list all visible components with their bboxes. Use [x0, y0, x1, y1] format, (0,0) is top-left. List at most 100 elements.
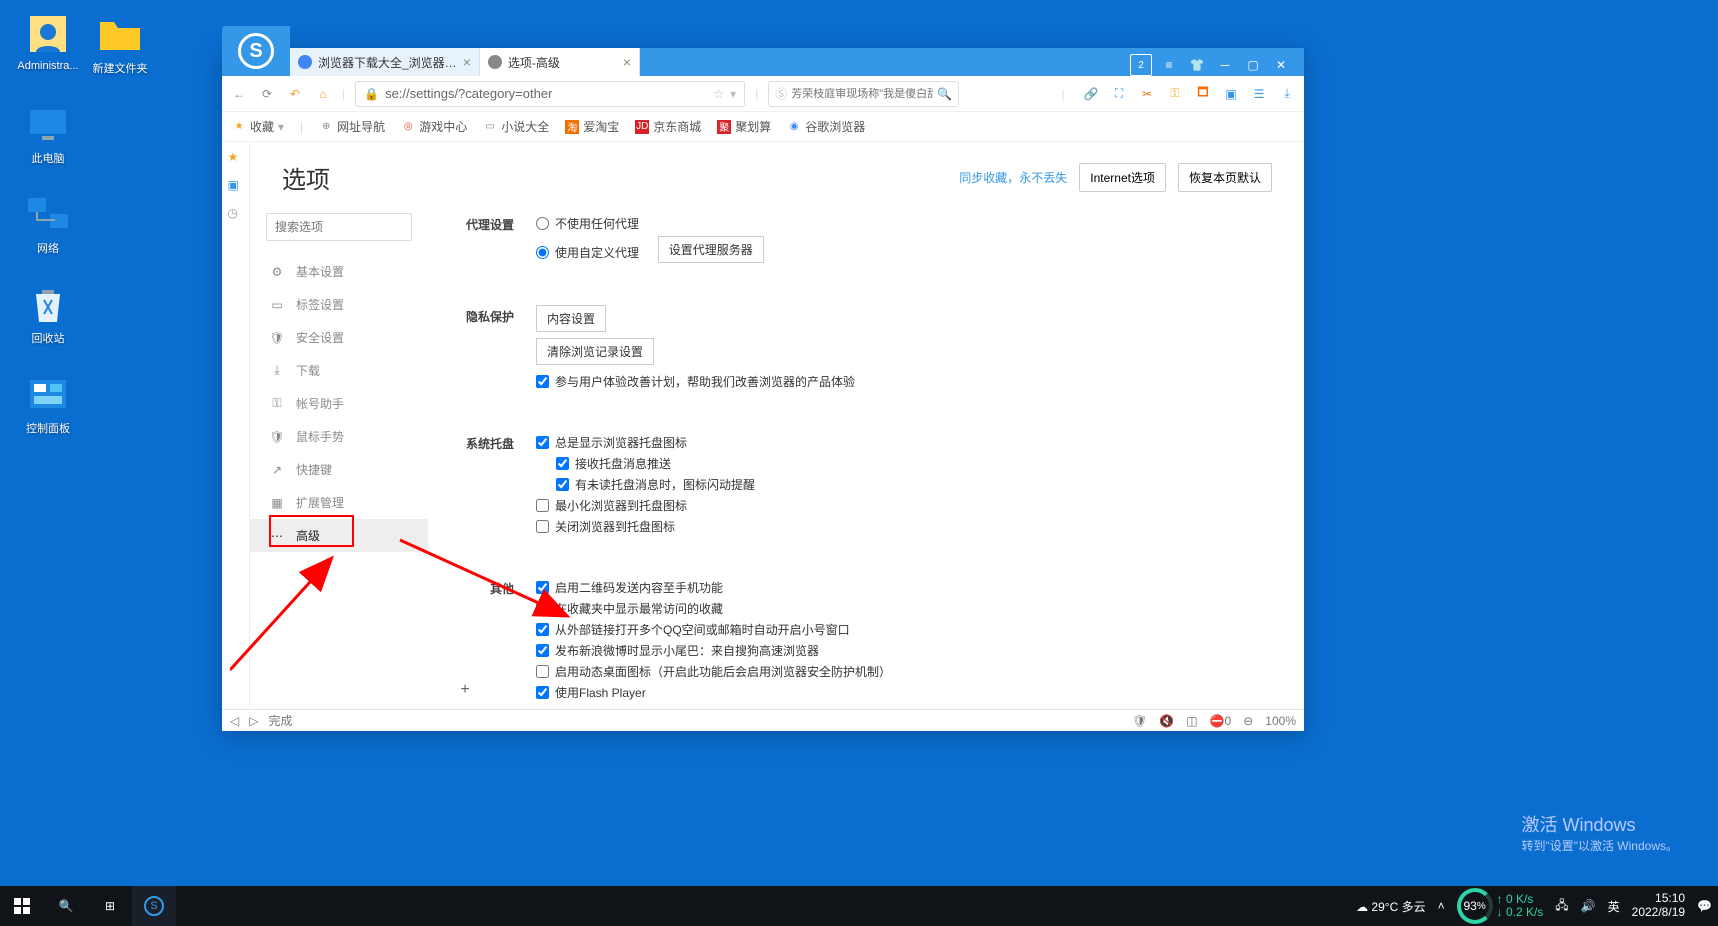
close-window-icon[interactable]: ✕: [1270, 54, 1292, 76]
skin-icon[interactable]: 👕: [1186, 54, 1208, 76]
tab-options[interactable]: 选项-高级 ×: [480, 48, 640, 76]
settings-search[interactable]: [266, 213, 412, 241]
desktop-icon-recycle[interactable]: 回收站: [12, 280, 84, 346]
home-icon[interactable]: ⌂: [314, 85, 332, 103]
start-button[interactable]: [0, 886, 44, 926]
ime-icon[interactable]: 英: [1608, 898, 1620, 915]
bookmark-game[interactable]: ◎游戏中心: [401, 118, 467, 135]
search-icon[interactable]: 🔍: [937, 87, 952, 101]
dropdown-icon[interactable]: ▾: [730, 87, 736, 101]
nav-gestures[interactable]: 🛡鼠标手势: [250, 420, 428, 453]
key-icon[interactable]: ⚿: [1166, 85, 1184, 103]
window-icon[interactable]: ▣: [1222, 85, 1240, 103]
close-icon[interactable]: ×: [463, 54, 471, 70]
notes-icon[interactable]: ☰: [1250, 85, 1268, 103]
nav-account[interactable]: ⚿帐号助手: [250, 387, 428, 420]
rail-star-icon[interactable]: ★: [228, 150, 244, 166]
desktop-icon-admin[interactable]: Administra...: [12, 10, 84, 72]
bookmark-novel[interactable]: ▭小说大全: [483, 118, 549, 135]
nav-next-icon[interactable]: ▷: [249, 714, 258, 728]
app-logo[interactable]: S: [222, 26, 290, 76]
chk-ux-program[interactable]: 参与用户体验改善计划，帮助我们改善浏览器的产品体验: [536, 371, 1304, 392]
chk-qq-window[interactable]: 从外部链接打开多个QQ空间或邮箱时自动开启小号窗口: [536, 619, 1304, 640]
proxy-settings-button[interactable]: 设置代理服务器: [658, 236, 764, 263]
shield-status-icon[interactable]: 🛡: [1132, 714, 1147, 728]
rail-clock-icon[interactable]: ◷: [228, 206, 244, 222]
mute-icon[interactable]: 🔇: [1159, 714, 1174, 728]
desktop-icon-pc[interactable]: 此电脑: [12, 100, 84, 166]
share-icon[interactable]: 🔗: [1082, 85, 1100, 103]
chk-flash[interactable]: 使用Flash Player: [536, 682, 1304, 703]
nav-security[interactable]: 🛡安全设置: [250, 321, 428, 354]
chk-dynamic-icon[interactable]: 启用动态桌面图标（开启此功能后会启用浏览器安全防护机制）: [536, 661, 1304, 682]
scissors-icon[interactable]: ✂: [1138, 85, 1156, 103]
maximize-icon[interactable]: ▢: [1242, 54, 1264, 76]
translate-icon[interactable]: 🗖: [1194, 85, 1212, 103]
search-input[interactable]: [791, 88, 933, 100]
sync-link[interactable]: 同步收藏，永不丢失: [959, 169, 1067, 186]
download-icon[interactable]: ⤓: [1278, 85, 1296, 103]
battery-widget[interactable]: 93% ↑ 0 K/s↓ 0.2 K/s: [1457, 888, 1544, 924]
network-icon[interactable]: 🖧: [1555, 896, 1568, 917]
chk-weibo-tail[interactable]: 发布新浪微博时显示小尾巴：来自搜狗高速浏览器: [536, 640, 1304, 661]
volume-icon[interactable]: 🔊: [1581, 899, 1596, 913]
chk-tray-push[interactable]: 接收托盘消息推送: [536, 453, 1304, 474]
clock[interactable]: 15:102022/8/19: [1632, 892, 1685, 920]
nav-prev-icon[interactable]: ◁: [230, 714, 239, 728]
key-icon: ⚿: [270, 397, 284, 411]
bookmark-fav[interactable]: ★收藏▾: [232, 118, 284, 135]
tab-downloads[interactable]: 浏览器下载大全_浏览器… ×: [290, 48, 480, 76]
radio-custom-proxy[interactable]: 使用自定义代理 设置代理服务器: [536, 234, 1304, 271]
sogou-taskbar-icon[interactable]: S: [132, 886, 176, 926]
close-icon[interactable]: ×: [623, 54, 631, 70]
bookmark-ju[interactable]: 聚聚划算: [717, 118, 771, 135]
menu-icon[interactable]: ≡: [1158, 54, 1180, 76]
task-view-icon[interactable]: ⊞: [88, 886, 132, 926]
bookmark-jd[interactable]: JD京东商城: [635, 118, 701, 135]
split-icon[interactable]: ◫: [1186, 714, 1197, 728]
nav-advanced[interactable]: ⋯高级: [250, 519, 428, 552]
chk-min-tray[interactable]: 最小化浏览器到托盘图标: [536, 495, 1304, 516]
chk-qr[interactable]: 启用二维码发送内容至手机功能: [536, 577, 1304, 598]
reset-defaults-button[interactable]: 恢复本页默认: [1178, 163, 1272, 192]
ie-options-button[interactable]: Internet选项: [1079, 163, 1166, 192]
chk-always-tray[interactable]: 总是显示浏览器托盘图标: [536, 432, 1304, 453]
nav-download[interactable]: ⤓下载: [250, 354, 428, 387]
nav-extensions[interactable]: ▦扩展管理: [250, 486, 428, 519]
back-icon[interactable]: ←: [230, 85, 248, 103]
bookmark-chrome[interactable]: ◉谷歌浏览器: [787, 118, 865, 135]
chk-tray-blink[interactable]: 有未读托盘消息时，图标闪动提醒: [536, 474, 1304, 495]
rail-book-icon[interactable]: ▣: [228, 178, 244, 194]
desktop-icon-new-folder[interactable]: 新建文件夹: [84, 10, 156, 76]
notifications-icon[interactable]: 💬: [1697, 899, 1712, 913]
tab-count-icon[interactable]: 2: [1130, 54, 1152, 76]
radio-no-proxy[interactable]: 不使用任何代理: [536, 213, 1304, 234]
search-field[interactable]: Ⓢ 🔍: [768, 81, 959, 107]
add-rail-button[interactable]: +: [456, 681, 474, 699]
title-bar: S 浏览器下载大全_浏览器… × 选项-高级 × 2 ≡ 👕 ─ ▢ ✕: [222, 48, 1304, 76]
url-field[interactable]: 🔒 ☆ ▾: [355, 81, 745, 107]
chk-freq-fav[interactable]: 在收藏夹中显示最常访问的收藏: [536, 598, 1304, 619]
expand-icon[interactable]: ⛶: [1110, 85, 1128, 103]
nav-tabs[interactable]: ▭标签设置: [250, 288, 428, 321]
clear-history-button[interactable]: 清除浏览记录设置: [536, 338, 654, 365]
search-taskbar-icon[interactable]: 🔍: [44, 886, 88, 926]
weather-widget[interactable]: ☁ 29°C 多云: [1356, 898, 1426, 915]
nav-basic[interactable]: ⚙基本设置: [250, 255, 428, 288]
ad-block-icon[interactable]: ⛔0: [1210, 714, 1232, 728]
bookmark-nav[interactable]: ⊕网址导航: [319, 118, 385, 135]
chk-close-tray[interactable]: 关闭浏览器到托盘图标: [536, 516, 1304, 537]
minimize-icon[interactable]: ─: [1214, 54, 1236, 76]
undo-icon[interactable]: ↶: [286, 85, 304, 103]
desktop-icon-control-panel[interactable]: 控制面板: [12, 370, 84, 436]
url-input[interactable]: [385, 86, 707, 101]
tray-expand-icon[interactable]: ˄: [1438, 899, 1445, 913]
zoom-out-icon[interactable]: ⊖: [1243, 714, 1253, 728]
favorite-icon[interactable]: ☆: [713, 87, 724, 101]
settings-search-input[interactable]: [267, 214, 411, 240]
content-settings-button[interactable]: 内容设置: [536, 305, 606, 332]
reload-icon[interactable]: ⟳: [258, 85, 276, 103]
bookmark-taobao[interactable]: 淘爱淘宝: [565, 118, 619, 135]
desktop-icon-network[interactable]: 网络: [12, 190, 84, 256]
nav-shortcuts[interactable]: ↗快捷键: [250, 453, 428, 486]
